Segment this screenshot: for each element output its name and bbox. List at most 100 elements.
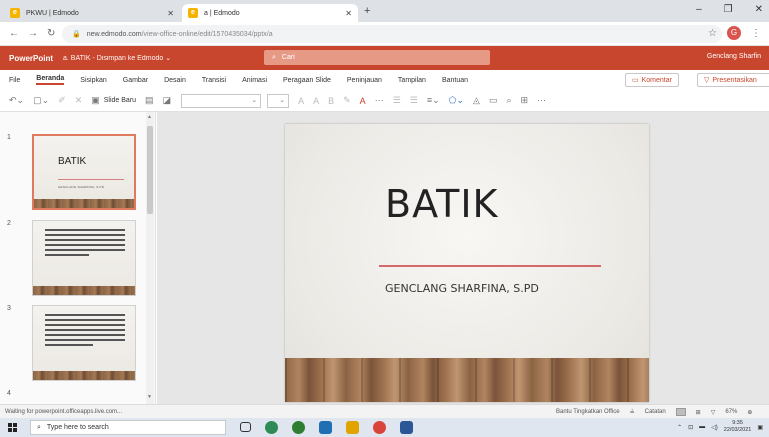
maximize-icon[interactable]: ❐ [724, 4, 733, 15]
present-icon: ▽ [704, 77, 710, 84]
paste-icon[interactable]: ▢⌄ [33, 95, 49, 106]
komentar-button[interactable]: ▭ Komentar [625, 73, 679, 87]
reload-icon[interactable]: ↻ [47, 28, 55, 39]
more-options-icon[interactable]: ⋯ [537, 95, 546, 106]
find-icon[interactable]: ⌕ [506, 95, 511, 106]
browser-menu-icon[interactable]: ⋮ [751, 28, 761, 39]
title-divider [379, 265, 601, 267]
url-field[interactable]: 🔒 new.edmodo.com/view-office-online/edit… [62, 25, 722, 43]
taskbar-search-input[interactable]: ⌕ Type here to search [30, 420, 226, 435]
presentasikan-button[interactable]: ▽ Presentasikan [697, 73, 769, 87]
chrome-icon[interactable] [292, 421, 305, 434]
address-bar-row: ← → ↻ 🔒 new.edmodo.com/view-office-onlin… [0, 22, 769, 46]
komentar-label: Komentar [641, 76, 672, 84]
menu-file[interactable]: File [9, 77, 20, 84]
format-painter-icon[interactable]: ✐ [58, 95, 66, 106]
sorter-view-icon[interactable]: ⊞ [696, 409, 701, 416]
document-title[interactable]: a. BATIK - Disimpan ke Edmodo ⌄ [63, 54, 171, 62]
search-input[interactable]: ⌕ Cari [264, 50, 490, 65]
menu-peninjauan[interactable]: Peninjauan [347, 77, 382, 84]
bullets-icon[interactable]: ☰ [393, 95, 401, 106]
forward-icon[interactable]: → [28, 28, 38, 39]
task-view-icon[interactable] [240, 422, 251, 432]
browser-tab-pkwu[interactable]: e PKWU | Edmodo ✕ [4, 4, 180, 22]
zoom-level[interactable]: 67% [725, 409, 737, 415]
shape-fill-icon[interactable]: ◬ [473, 95, 480, 106]
menu-tampilan[interactable]: Tampilan [398, 77, 426, 84]
scroll-up-icon[interactable]: ▲ [147, 114, 152, 120]
windows-start-icon[interactable] [8, 422, 18, 433]
battery-icon[interactable]: ▬ [699, 424, 705, 430]
reading-view-icon[interactable]: ▽ [711, 409, 716, 416]
shape-outline-icon[interactable]: ▭ [489, 95, 498, 106]
new-slide-label[interactable]: Slide Baru [104, 97, 136, 104]
close-tab-icon[interactable]: ✕ [167, 9, 174, 18]
scroll-down-icon[interactable]: ▼ [147, 394, 152, 400]
back-icon[interactable]: ← [9, 28, 19, 39]
highlight-icon[interactable]: ✎ [343, 95, 351, 106]
font-size-select[interactable]: ⌄ [267, 93, 290, 108]
slide-thumbnail-2[interactable] [32, 220, 136, 296]
taskbar-clock[interactable]: 9:35 22/03/2021 [724, 420, 752, 434]
new-slide-icon[interactable]: ▣ [91, 95, 100, 106]
font-family-select[interactable]: ⌄ [181, 93, 262, 108]
zoom-in-icon[interactable]: ⊕ [747, 409, 752, 416]
slide-subtitle[interactable]: GENCLANG SHARFINA, S.PD [385, 282, 539, 295]
notifications-icon[interactable]: ▣ [757, 424, 763, 431]
menu-peragaan-slide[interactable]: Peragaan Slide [283, 77, 331, 84]
font-color-icon[interactable]: A [360, 96, 366, 106]
status-right-controls: Bantu Tingkatkan Office ≟ Catatan ⊞ ▽ 67… [556, 408, 752, 416]
close-tab-icon[interactable]: ✕ [345, 9, 352, 18]
shrink-font-icon[interactable]: A [313, 96, 319, 106]
volume-icon[interactable]: ◁) [711, 424, 718, 431]
windows-taskbar: ⌕ Type here to search ⌃ ⊡ ▬ ◁) 9:35 22/0… [0, 418, 769, 437]
menu-bantuan[interactable]: Bantuan [442, 77, 468, 84]
notes-button[interactable]: Catatan [645, 409, 666, 415]
slide-thumbnail-1[interactable]: BATIK GENCLANG SHARFINA, S.PD [32, 134, 136, 210]
chevron-up-icon[interactable]: ⌃ [677, 424, 682, 431]
profile-avatar[interactable]: G [727, 26, 741, 40]
new-tab-button[interactable]: + [364, 5, 370, 17]
shapes-icon[interactable]: ⬠⌄ [449, 95, 464, 106]
reset-slide-icon[interactable]: ◪ [163, 95, 172, 106]
menu-transisi[interactable]: Transisi [202, 77, 226, 84]
minimize-icon[interactable]: – [696, 4, 702, 15]
app-name[interactable]: PowerPoint [9, 54, 53, 63]
browser-app-icon[interactable] [373, 421, 386, 434]
thumbnail-scroll-thumb[interactable] [147, 126, 153, 214]
presentasikan-label: Presentasikan [712, 76, 757, 84]
current-slide[interactable]: BATIK GENCLANG SHARFINA, S.PD [285, 124, 649, 402]
grow-font-icon[interactable]: A [298, 96, 304, 106]
ribbon-toolbar: ↶⌄ ▢⌄ ✐ ✕ ▣ Slide Baru ▤ ◪ ⌄ ⌄ A A B ✎ A… [0, 90, 769, 112]
bold-icon[interactable]: B [328, 96, 334, 106]
menu-gambar[interactable]: Gambar [123, 77, 148, 84]
delete-icon[interactable]: ✕ [75, 95, 83, 106]
close-window-icon[interactable]: ✕ [755, 4, 763, 15]
slide-thumbnails-pane: 1 BATIK GENCLANG SHARFINA, S.PD 2 3 4 ▲ … [0, 112, 156, 404]
thumb-text-block [45, 229, 125, 259]
help-improve-link[interactable]: Bantu Tingkatkan Office [556, 409, 620, 415]
menu-beranda[interactable]: Beranda [36, 75, 65, 85]
normal-view-icon[interactable] [675, 408, 686, 416]
align-icon[interactable]: ≡⌄ [427, 95, 440, 106]
layout-icon[interactable]: ▤ [145, 95, 154, 106]
browser-tab-a[interactable]: e a | Edmodo ✕ [182, 4, 358, 22]
bookmark-star-icon[interactable]: ☆ [708, 28, 717, 39]
user-name[interactable]: Genclang Sharfin [707, 53, 761, 60]
slide-thumbnail-3[interactable] [32, 305, 136, 381]
menu-animasi[interactable]: Animasi [242, 77, 267, 84]
thumb-floor-image [34, 199, 134, 208]
word-icon[interactable] [400, 421, 413, 434]
file-explorer-icon[interactable] [346, 421, 359, 434]
menu-desain[interactable]: Desain [164, 77, 186, 84]
menu-sisipkan[interactable]: Sisipkan [80, 77, 106, 84]
network-icon[interactable]: ⊡ [688, 424, 693, 431]
store-icon[interactable] [319, 421, 332, 434]
numbering-icon[interactable]: ☰ [410, 95, 418, 106]
slide-title[interactable]: BATIK [385, 182, 505, 226]
system-tray: ⌃ ⊡ ▬ ◁) 9:35 22/03/2021 ▣ [677, 420, 763, 434]
edge-icon[interactable] [265, 421, 278, 434]
undo-icon[interactable]: ↶⌄ [9, 95, 24, 106]
designer-icon[interactable]: ⊞ [521, 95, 529, 106]
more-font-icon[interactable]: ⋯ [375, 95, 384, 106]
